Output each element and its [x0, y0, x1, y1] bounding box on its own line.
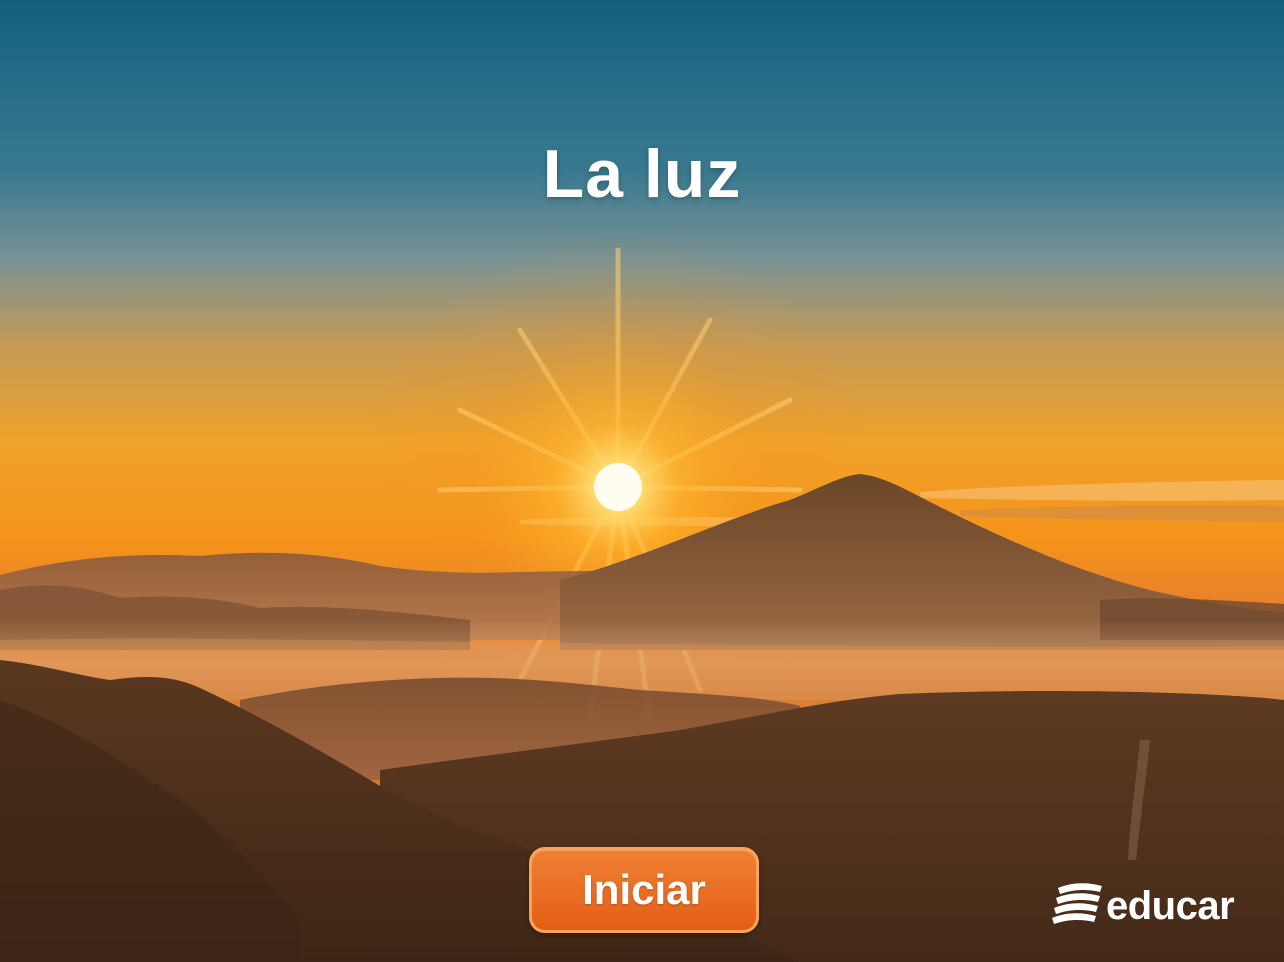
slide-stage: La luz Iniciar educar: [0, 0, 1284, 962]
page-title: La luz: [542, 135, 742, 212]
start-button[interactable]: Iniciar: [529, 847, 759, 933]
logo-wordmark: educar: [1106, 883, 1235, 928]
stacked-books-icon: [1052, 883, 1102, 924]
educar-logo: educar: [1052, 876, 1235, 936]
